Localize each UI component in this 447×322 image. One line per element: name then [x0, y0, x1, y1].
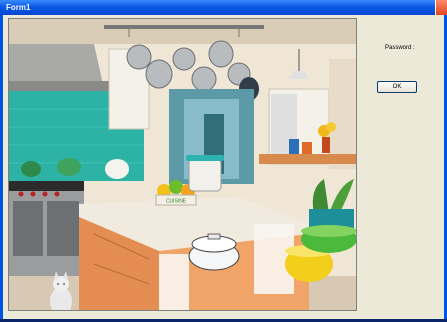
- window-title: Form1: [6, 3, 31, 12]
- kitchen-image: CUISINE: [9, 19, 356, 310]
- ok-button[interactable]: OK: [377, 81, 417, 93]
- client-area: CUISINE Password: OK: [3, 15, 444, 319]
- form-window: Form1 CUISINE Password: OK: [0, 0, 447, 322]
- title-bar[interactable]: Form1: [0, 0, 447, 15]
- close-button[interactable]: [435, 0, 447, 15]
- password-label: Password :: [385, 45, 415, 51]
- cuisine-sign: CUISINE: [166, 199, 187, 205]
- kitchen-picture: CUISINE: [8, 18, 357, 311]
